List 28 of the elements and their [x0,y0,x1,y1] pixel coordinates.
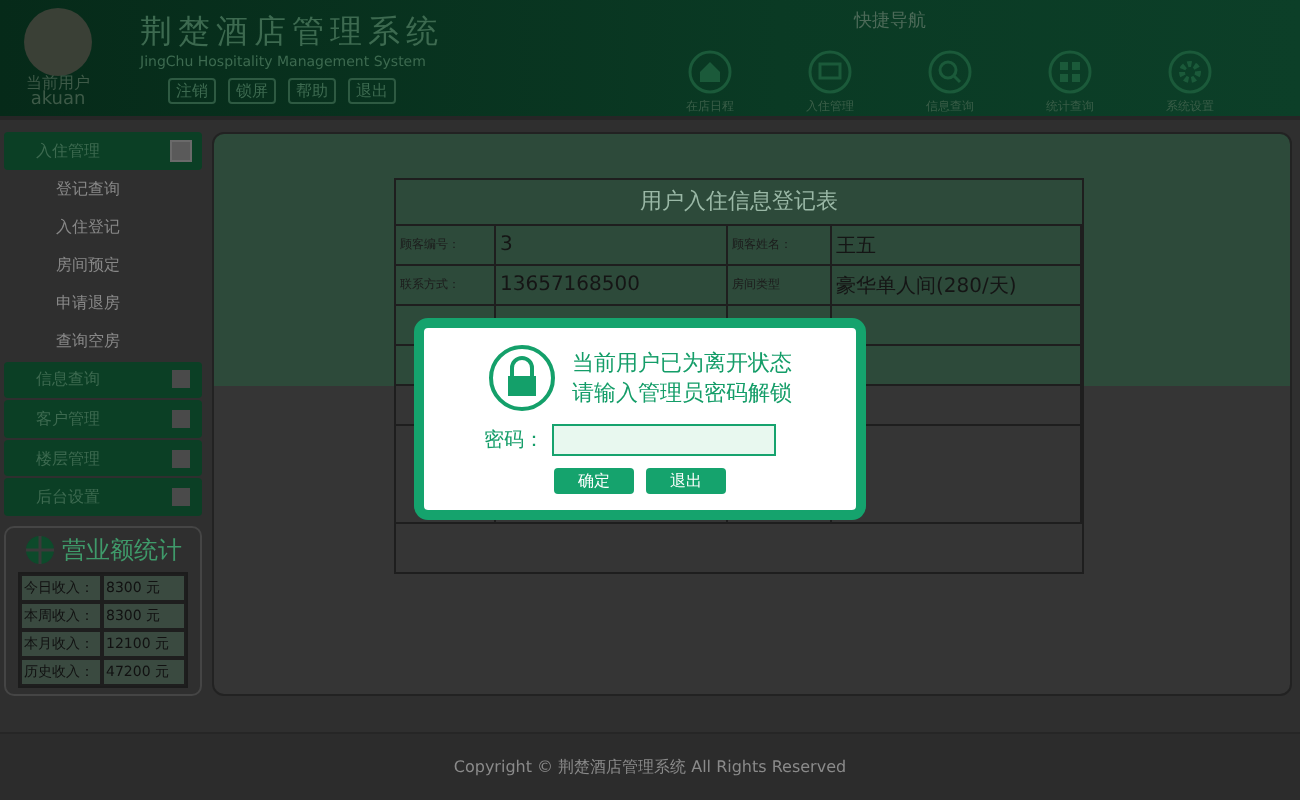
sidebar-item[interactable]: 登记查询 [4,171,202,208]
lock-icon [488,344,556,412]
monitor-icon[interactable] [808,50,852,94]
password-field[interactable] [552,424,776,456]
dialog-button[interactable]: 确定 [554,468,634,494]
form-title: 用户入住信息登记表 [396,180,1082,226]
sidebar-item[interactable]: 入住登记 [4,209,202,246]
house-icon[interactable] [688,50,732,94]
user-name: akuan [30,91,86,109]
dialog-button[interactable]: 退出 [646,468,726,494]
avatar [24,7,92,75]
nav-title: 快捷导航 [854,9,926,34]
header-button[interactable]: 锁屏 [228,78,276,104]
password-label: 密码： [484,427,544,454]
sidebar-item[interactable]: 房间预定 [4,247,202,284]
settings-icon[interactable] [1168,50,1212,94]
stats-title: 营业额统计 [62,533,182,568]
sidebar-item[interactable]: 申请退房 [4,285,202,322]
sidebar-item[interactable]: 查询空房 [4,323,202,360]
dialog-message: 当前用户已为离开状态 [572,348,792,378]
copyright-text: Copyright © 荆楚酒店管理系统 All Rights Reserved [453,756,847,778]
grid-icon[interactable] [1048,50,1092,94]
dialog-message: 请输入管理员密码解锁 [572,378,792,408]
search-icon[interactable] [928,50,972,94]
header-button[interactable]: 帮助 [288,78,336,104]
chart-icon [24,534,56,567]
header-button[interactable]: 注销 [168,78,216,104]
app-title: 荆楚酒店管理系统 [140,12,446,54]
